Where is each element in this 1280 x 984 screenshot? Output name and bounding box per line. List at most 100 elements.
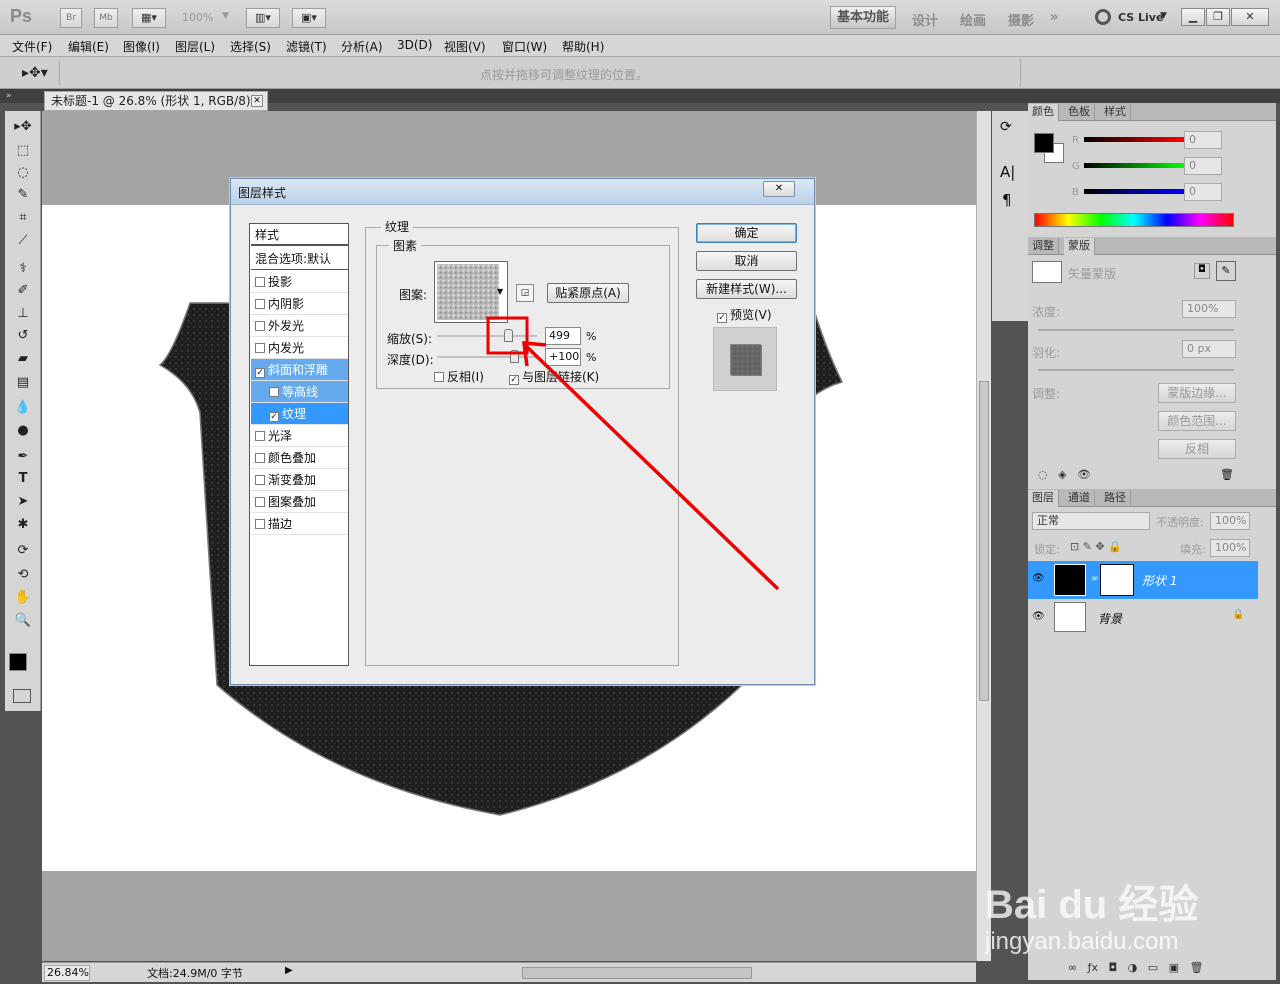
tool-preset-picker[interactable]: ▸✥▾: [8, 61, 60, 85]
style-pattern-overlay[interactable]: 图案叠加: [251, 491, 348, 513]
checkbox[interactable]: [255, 519, 265, 529]
depth-slider[interactable]: [437, 356, 537, 358]
style-outer-glow[interactable]: 外发光: [251, 315, 348, 337]
workspace-essentials[interactable]: 基本功能: [830, 6, 896, 29]
style-inner-glow[interactable]: 内发光: [251, 337, 348, 359]
r-slider[interactable]: [1084, 137, 1184, 142]
menu-filter[interactable]: 滤镜(T): [286, 38, 327, 55]
eye-icon[interactable]: 👁: [1032, 573, 1045, 584]
feather-slider[interactable]: [1038, 369, 1234, 371]
tab-layers[interactable]: 图层: [1028, 490, 1059, 507]
mask-edge-button[interactable]: 蒙版边缘...: [1158, 383, 1236, 403]
restore-button[interactable]: ❐: [1206, 8, 1230, 26]
checkbox[interactable]: [269, 387, 279, 397]
horizontal-scrollbar[interactable]: [522, 967, 752, 979]
lasso-tool-icon[interactable]: ◌: [11, 163, 35, 183]
play-icon[interactable]: ▶: [285, 965, 293, 976]
checkbox[interactable]: [434, 372, 444, 382]
3d-rotate-icon[interactable]: ⟳: [11, 541, 35, 561]
style-drop-shadow[interactable]: 投影: [251, 271, 348, 293]
color-ramp[interactable]: [1034, 213, 1234, 227]
ok-button[interactable]: 确定: [696, 223, 797, 243]
quick-mask-icon[interactable]: [13, 689, 31, 703]
depth-slider-thumb[interactable]: [510, 350, 519, 363]
color-range-button[interactable]: 颜色范围...: [1158, 411, 1236, 431]
menu-help[interactable]: 帮助(H): [562, 38, 604, 55]
invert-option[interactable]: 反相(I): [434, 368, 484, 385]
snap-to-origin-button[interactable]: 贴紧原点(A): [547, 283, 629, 303]
menu-select[interactable]: 选择(S): [230, 38, 271, 55]
3d-orbit-icon[interactable]: ⟲: [11, 565, 35, 585]
tab-swatches[interactable]: 色板: [1064, 104, 1095, 121]
crop-tool-icon[interactable]: ⌗: [11, 208, 35, 228]
style-contour[interactable]: 等高线: [251, 381, 348, 403]
minimize-button[interactable]: ▁: [1181, 8, 1205, 26]
eyedropper-tool-icon[interactable]: ⟋: [11, 231, 35, 251]
blur-tool-icon[interactable]: 💧: [11, 398, 35, 418]
collapse-icon[interactable]: »: [6, 91, 12, 101]
menu-3d[interactable]: 3D(D): [397, 38, 432, 52]
vector-mask-icon[interactable]: ✎: [1216, 261, 1236, 281]
style-gradient-overlay[interactable]: 渐变叠加: [251, 469, 348, 491]
style-bevel-emboss[interactable]: 斜面和浮雕: [251, 359, 348, 381]
marquee-tool-icon[interactable]: ⬚: [11, 141, 35, 161]
g-value[interactable]: 0: [1184, 157, 1222, 175]
workspace-painting[interactable]: 绘画: [960, 10, 986, 29]
document-info[interactable]: 文档:24.9M/0 字节: [147, 965, 243, 981]
dodge-tool-icon[interactable]: ●: [11, 421, 35, 441]
character-icon[interactable]: A|: [1000, 163, 1015, 181]
dialog-close-button[interactable]: ✕: [763, 181, 795, 197]
depth-input[interactable]: +100: [545, 348, 581, 366]
b-value[interactable]: 0: [1184, 183, 1222, 201]
checkbox[interactable]: [269, 412, 279, 422]
new-style-button[interactable]: 新建样式(W)...: [696, 279, 797, 299]
styles-header[interactable]: 样式: [251, 224, 348, 246]
g-slider[interactable]: [1084, 163, 1184, 168]
style-color-overlay[interactable]: 颜色叠加: [251, 447, 348, 469]
checkbox[interactable]: [255, 475, 265, 485]
healing-brush-icon[interactable]: ⚕: [11, 259, 35, 279]
density-slider[interactable]: [1038, 329, 1234, 331]
menu-edit[interactable]: 编辑(E): [68, 38, 109, 55]
custom-shape-icon[interactable]: ✱: [11, 515, 35, 535]
menu-analysis[interactable]: 分析(A): [341, 38, 383, 55]
layers-footer-icons[interactable]: ∞ ƒx ◘ ◑ ▭ ▣ 🗑: [1068, 961, 1204, 974]
style-satin[interactable]: 光泽: [251, 425, 348, 447]
tab-masks[interactable]: 蒙版: [1064, 238, 1095, 255]
checkbox[interactable]: [255, 368, 265, 378]
checkbox[interactable]: [717, 313, 727, 323]
delete-mask-icon[interactable]: 🗑: [1220, 468, 1234, 481]
tab-channels[interactable]: 通道: [1064, 490, 1095, 507]
menu-window[interactable]: 窗口(W): [502, 38, 547, 55]
invert-mask-button[interactable]: 反相: [1158, 439, 1236, 459]
menu-layer[interactable]: 图层(L): [175, 38, 215, 55]
hand-tool-icon[interactable]: ✋: [11, 588, 35, 608]
mask-footer-icons[interactable]: ◌ ◈ 👁: [1038, 468, 1091, 481]
r-value[interactable]: 0: [1184, 131, 1222, 149]
menu-view[interactable]: 视图(V): [444, 38, 486, 55]
style-inner-shadow[interactable]: 内阴影: [251, 293, 348, 315]
move-tool-icon[interactable]: ▸✥: [11, 117, 35, 137]
lock-icons[interactable]: ⊡ ✎ ✥ 🔒: [1070, 540, 1122, 553]
type-tool-icon[interactable]: T: [11, 469, 35, 489]
menu-file[interactable]: 文件(F): [12, 38, 52, 55]
more-workspaces[interactable]: »: [1050, 10, 1058, 25]
paragraph-icon[interactable]: ¶: [1002, 191, 1012, 209]
view-extras-button[interactable]: ▦▾: [132, 8, 166, 28]
feather-value[interactable]: 0 px: [1182, 340, 1236, 358]
workspace-design[interactable]: 设计: [912, 10, 938, 29]
cancel-button[interactable]: 取消: [696, 251, 797, 271]
tab-paths[interactable]: 路径: [1100, 490, 1131, 507]
density-value[interactable]: 100%: [1182, 300, 1236, 318]
b-slider[interactable]: [1084, 189, 1184, 194]
minibridge-button[interactable]: Mb: [94, 8, 118, 28]
scale-slider[interactable]: [437, 335, 537, 337]
eraser-tool-icon[interactable]: ▰: [11, 349, 35, 369]
checkbox[interactable]: [255, 431, 265, 441]
blend-options-item[interactable]: 混合选项:默认: [251, 248, 348, 270]
menu-image[interactable]: 图像(I): [123, 38, 160, 55]
scale-input[interactable]: 499: [545, 327, 581, 345]
tab-styles[interactable]: 样式: [1100, 104, 1131, 121]
checkbox[interactable]: [255, 299, 265, 309]
scroll-thumb[interactable]: [979, 381, 989, 701]
